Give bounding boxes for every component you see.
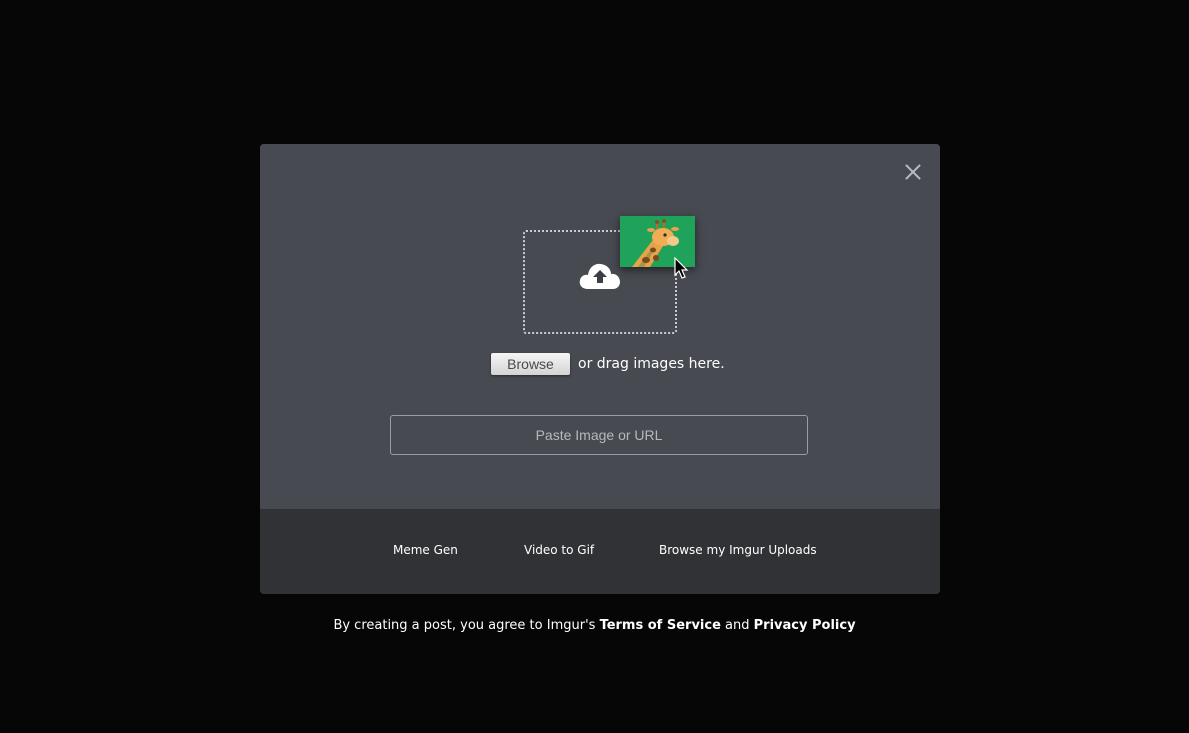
browse-uploads-link[interactable]: Browse my Imgur Uploads: [659, 542, 817, 558]
drag-instructions: or drag images here.: [578, 356, 725, 372]
cloud-upload-icon: [579, 263, 620, 289]
mouse-pointer-icon: [674, 257, 689, 279]
terms-conjunction: and: [725, 618, 750, 633]
privacy-policy-link[interactable]: Privacy Policy: [754, 618, 856, 633]
upload-modal: Browse or drag images here. Meme Gen Vid…: [260, 144, 940, 594]
meme-gen-link[interactable]: Meme Gen: [393, 542, 458, 558]
terms-notice: By creating a post, you agree to Imgur's…: [0, 617, 1189, 635]
paste-url-input[interactable]: [390, 415, 808, 455]
browse-row: Browse or drag images here.: [260, 353, 940, 377]
browse-button[interactable]: Browse: [491, 353, 570, 375]
terms-prefix: By creating a post, you agree to Imgur's: [333, 618, 596, 633]
terms-of-service-link[interactable]: Terms of Service: [600, 618, 721, 633]
upload-modal-body: Browse or drag images here.: [260, 144, 940, 509]
close-icon[interactable]: [902, 161, 924, 183]
upload-modal-footer: Meme Gen Video to Gif Browse my Imgur Up…: [260, 509, 940, 594]
video-to-gif-link[interactable]: Video to Gif: [524, 542, 594, 558]
